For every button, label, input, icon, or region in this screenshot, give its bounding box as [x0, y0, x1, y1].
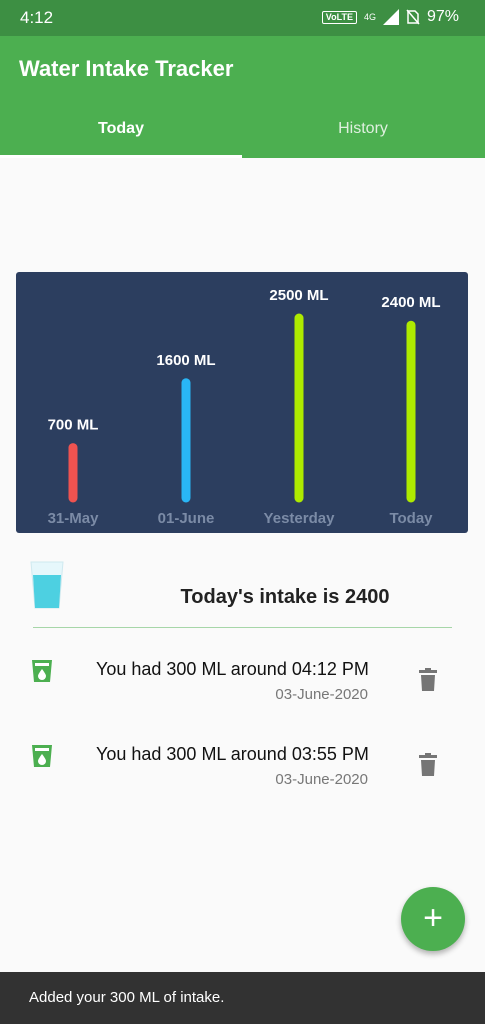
water-cup-icon	[32, 660, 52, 682]
divider	[33, 627, 452, 628]
intake-chart-svg: 700 ML 31-May 1600 ML 01-June 2500 ML Yesterd…	[48, 287, 441, 527]
log-item: You had 300 ML around 04:12 PM 03-June-2…	[0, 659, 485, 729]
chart-value-label: 2400 ML	[381, 294, 440, 311]
delete-icon[interactable]	[418, 668, 438, 692]
water-glass-icon	[30, 561, 64, 609]
snackbar-text: Added your 300 ML of intake.	[29, 989, 225, 1006]
log-message: You had 300 ML around 04:12 PM	[96, 659, 369, 679]
chart-category-label: Yesterday	[264, 510, 336, 527]
tab-today[interactable]: Today	[0, 120, 242, 138]
water-cup-icon	[32, 745, 52, 767]
volte-indicator: VoLTE	[321, 10, 357, 24]
chart-value-label: 700 ML	[48, 417, 99, 434]
battery-level: 97%	[426, 8, 459, 25]
tab-history[interactable]: History	[242, 120, 484, 138]
status-time: 4:12	[20, 8, 54, 27]
chart-value-label: 1600 ML	[156, 352, 215, 369]
app-bar: Water Intake Tracker Today History	[0, 36, 485, 158]
status-bar: 4:12 VoLTE 4G 97%	[0, 0, 485, 36]
log-date: 03-June-2020	[275, 771, 368, 788]
today-intake-total: Today's intake is 2400	[180, 586, 390, 608]
no-sim-icon	[406, 9, 420, 25]
add-intake-button[interactable]: +	[401, 887, 465, 951]
chart-category-label: 01-June	[158, 510, 215, 527]
signal-icon	[382, 9, 399, 25]
chart-value-label: 2500 ML	[269, 287, 328, 304]
chart-category-label: 31-May	[48, 510, 100, 527]
log-message: You had 300 ML around 03:55 PM	[96, 744, 369, 764]
app-title: Water Intake Tracker	[19, 56, 234, 81]
snackbar: Added your 300 ML of intake.	[0, 972, 485, 1024]
log-date: 03-June-2020	[275, 686, 368, 703]
delete-icon[interactable]	[418, 753, 438, 777]
log-item: You had 300 ML around 03:55 PM 03-June-2…	[0, 744, 485, 814]
chart-category-label: Today	[389, 510, 433, 527]
status-icons: VoLTE 4G 97%	[321, 8, 459, 26]
intake-chart: 700 ML 31-May 1600 ML 01-June 2500 ML Yesterd…	[16, 272, 468, 533]
tab-indicator	[0, 155, 242, 158]
network-type: 4G	[363, 12, 376, 22]
